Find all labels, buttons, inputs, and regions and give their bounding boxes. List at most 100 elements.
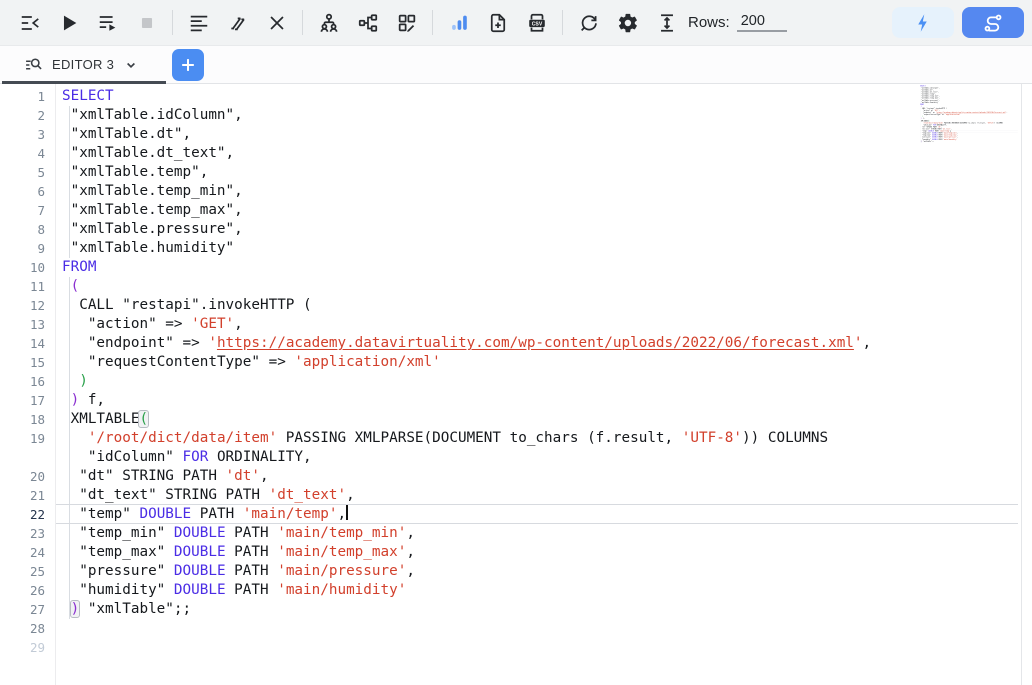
chart-view-button[interactable] [446, 10, 472, 36]
line-number: 23 [0, 524, 55, 543]
rows-input[interactable]: 200 [737, 13, 787, 32]
quick-run-button[interactable] [892, 7, 954, 38]
gear-icon [617, 12, 639, 34]
line-number: 19 [0, 429, 55, 448]
code-line[interactable]: ( [62, 277, 1032, 296]
toolbar-divider [172, 10, 173, 35]
code-line[interactable]: "pressure" DOUBLE PATH 'main/pressure', [62, 562, 1032, 581]
format-code-button[interactable] [186, 10, 212, 36]
tab-editor-3[interactable]: EDITOR 3 [0, 46, 168, 83]
line-number: 11 [0, 277, 55, 296]
line-number: 3 [0, 125, 55, 144]
row-height-icon [656, 12, 678, 34]
minimap[interactable]: SELECT "xmlTable.idColumn", "xmlTable.dt… [920, 85, 1021, 167]
code-line[interactable]: "temp_min" DOUBLE PATH 'main/temp_min', [62, 524, 1032, 543]
code-line[interactable]: '/root/dict/data/item' PASSING XMLPARSE(… [62, 429, 1032, 448]
code-line[interactable]: "endpoint" => 'https://academy.datavirtu… [62, 334, 1032, 353]
line-number: 17 [0, 391, 55, 410]
code-line[interactable] [62, 638, 1032, 657]
run-script-button[interactable] [95, 10, 121, 36]
code-area[interactable]: SELECT "xmlTable.idColumn", "xmlTable.dt… [56, 84, 1032, 685]
scrollbar-track-border [1021, 84, 1022, 685]
code-line[interactable]: "requestContentType" => 'application/xml… [62, 353, 1032, 372]
tab-label: EDITOR 3 [52, 57, 114, 72]
code-line[interactable] [920, 145, 1019, 147]
run-script-icon [97, 12, 119, 34]
code-line[interactable]: "action" => 'GET', [62, 315, 1032, 334]
code-line[interactable]: "humidity" DOUBLE PATH 'main/humidity' [62, 581, 1032, 600]
rows-label: Rows: [688, 14, 730, 31]
collapse-editor-button[interactable] [17, 10, 43, 36]
toolbar-divider [302, 10, 303, 35]
line-number: 10 [0, 258, 55, 277]
line-number: 5 [0, 163, 55, 182]
skip-statements-button[interactable] [225, 10, 251, 36]
code-line[interactable]: XMLTABLE( [62, 410, 1032, 429]
chevron-down-icon[interactable] [122, 56, 140, 74]
org-tree-icon [318, 12, 340, 34]
dependency-tree-button[interactable] [355, 10, 381, 36]
refresh-icon [578, 12, 600, 34]
code-line[interactable]: "xmlTable.humidity" [62, 239, 1032, 258]
row-limit-button[interactable] [654, 10, 680, 36]
export-csv-button[interactable]: CSV [524, 10, 550, 36]
code-line[interactable]: "temp_max" DOUBLE PATH 'main/temp_max', [62, 543, 1032, 562]
collapse-editor-icon [19, 12, 41, 34]
code-line[interactable]: "temp" DOUBLE PATH 'main/temp', [62, 505, 1032, 524]
pipeline-icon [981, 11, 1005, 35]
code-line[interactable]: CALL "restapi".invokeHTTP ( [62, 296, 1032, 315]
export-csv-icon: CSV [526, 12, 548, 34]
plus-icon [178, 55, 198, 75]
editor-search-icon [24, 55, 44, 75]
line-number: 26 [0, 581, 55, 600]
code-line[interactable]: "xmlTable.dt_text", [62, 144, 1032, 163]
play-icon [58, 12, 80, 34]
pipeline-button[interactable] [962, 7, 1024, 38]
line-number: 16 [0, 372, 55, 391]
minimap-content: SELECT "xmlTable.idColumn", "xmlTable.dt… [920, 85, 1019, 147]
new-tab-button[interactable] [172, 49, 204, 81]
settings-button[interactable] [615, 10, 641, 36]
gutter: 1234567891011121314151617181920212223242… [0, 84, 56, 685]
line-number: 21 [0, 486, 55, 505]
rows-limit-field: Rows: 200 [688, 13, 787, 32]
code-line[interactable]: ) "xmlTable";; [62, 600, 1032, 619]
code-line-wrap[interactable]: "idColumn" FOR ORDINALITY, [62, 448, 1032, 467]
code-line[interactable]: ) f, [62, 391, 1032, 410]
code-line[interactable] [62, 619, 1032, 638]
code-line[interactable]: "dt" STRING PATH 'dt', [62, 467, 1032, 486]
dependency-tree-icon [357, 12, 379, 34]
execution-plan-button[interactable] [316, 10, 342, 36]
code-line[interactable]: SELECT [62, 87, 1032, 106]
code-line[interactable]: "xmlTable.pressure", [62, 220, 1032, 239]
stop-button[interactable] [134, 10, 160, 36]
run-query-button[interactable] [56, 10, 82, 36]
bar-chart-icon [448, 12, 470, 34]
code-line[interactable]: "xmlTable.idColumn", [62, 106, 1032, 125]
line-number: 24 [0, 543, 55, 562]
code-line[interactable]: FROM [62, 258, 1032, 277]
code-line[interactable]: "dt_text" STRING PATH 'dt_text', [62, 486, 1032, 505]
clear-editor-button[interactable] [264, 10, 290, 36]
code-line[interactable]: "xmlTable.dt", [62, 125, 1032, 144]
tab-bar: EDITOR 3 [0, 46, 1032, 84]
line-number: 7 [0, 201, 55, 220]
code-line[interactable]: ) [62, 372, 1032, 391]
line-number: 6 [0, 182, 55, 201]
grid-edit-icon [396, 12, 418, 34]
line-number: 25 [0, 562, 55, 581]
edit-metadata-button[interactable] [394, 10, 420, 36]
sql-editor[interactable]: 1234567891011121314151617181920212223242… [0, 84, 1032, 685]
line-number: 2 [0, 106, 55, 125]
refresh-button[interactable] [576, 10, 602, 36]
toolbar-divider [432, 10, 433, 35]
toolbar-actions [892, 7, 1024, 38]
line-number: 29 [0, 638, 55, 657]
line-number: 20 [0, 467, 55, 486]
code-line[interactable]: "xmlTable.temp", [62, 163, 1032, 182]
code-line[interactable]: "xmlTable.temp_min", [62, 182, 1032, 201]
new-file-button[interactable] [485, 10, 511, 36]
code-line[interactable]: "xmlTable.temp_max", [62, 201, 1032, 220]
double-slash-icon [227, 12, 249, 34]
line-number: 4 [0, 144, 55, 163]
